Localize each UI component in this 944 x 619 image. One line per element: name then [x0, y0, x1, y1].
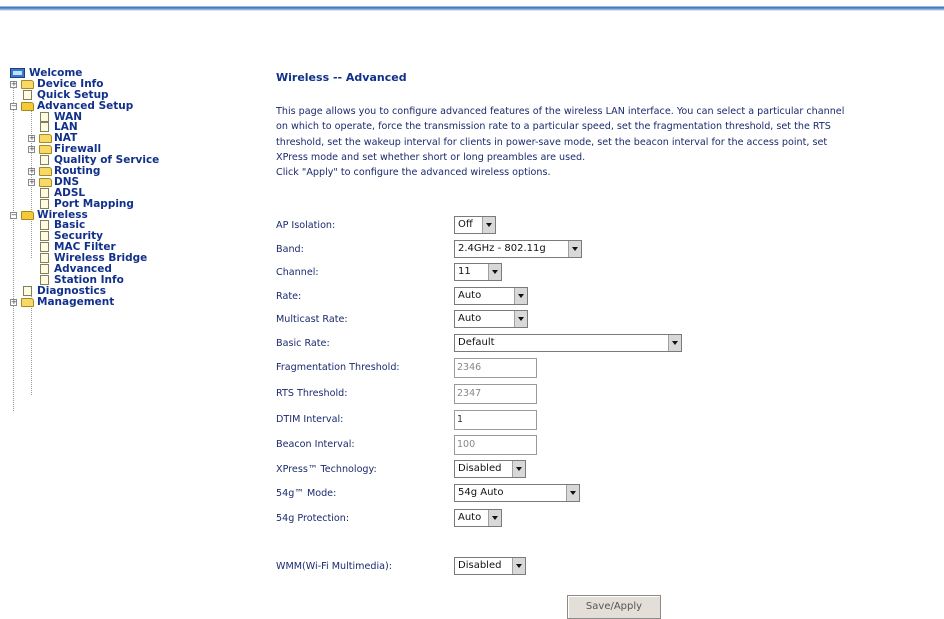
row-basic-rate: Basic Rate: Default	[276, 334, 944, 356]
page-icon	[40, 220, 49, 231]
page-icon	[40, 274, 49, 285]
chevron-down-icon[interactable]	[514, 288, 527, 304]
folder-icon	[39, 167, 52, 177]
basic-rate-select[interactable]: Default	[454, 334, 682, 352]
row-fragmentation-threshold: Fragmentation Threshold: 2346	[276, 358, 944, 380]
page-icon	[40, 264, 49, 275]
top-header-bar	[0, 0, 944, 11]
fragmentation-threshold-input[interactable]: 2346	[454, 358, 537, 378]
nav-wan[interactable]: WAN	[10, 111, 210, 123]
beacon-interval-input[interactable]: 100	[454, 435, 537, 455]
page-title: Wireless -- Advanced	[276, 71, 407, 84]
expand-plus-icon[interactable]: +	[28, 168, 35, 176]
folder-icon	[21, 79, 34, 89]
expand-plus-icon[interactable]: +	[28, 135, 35, 143]
row-54g-protection: 54g Protection: Auto	[276, 509, 944, 531]
page-icon	[40, 198, 49, 209]
page-icon	[40, 253, 49, 264]
xpress-technology-select[interactable]: Disabled	[454, 460, 526, 478]
collapse-minus-icon[interactable]: −	[10, 211, 17, 219]
protection-54g-select[interactable]: Auto	[454, 509, 502, 527]
row-band: Band: 2.4GHz - 802.11g	[276, 240, 944, 262]
multicast-rate-select[interactable]: Auto	[454, 310, 528, 328]
collapse-minus-icon[interactable]: −	[10, 102, 17, 110]
row-channel: Channel: 11	[276, 263, 944, 285]
dtim-interval-input[interactable]: 1	[454, 410, 537, 430]
expand-plus-icon[interactable]: +	[10, 80, 17, 88]
expand-plus-icon[interactable]: +	[28, 146, 35, 154]
wmm-select[interactable]: Disabled	[454, 557, 526, 575]
chevron-down-icon[interactable]	[488, 510, 501, 526]
save-apply-button[interactable]: Save/Apply	[567, 595, 661, 619]
navigation-tree: Welcome + Device Info Quick Setup − Adva…	[10, 68, 210, 411]
folder-icon	[39, 134, 52, 144]
mode-54g-select[interactable]: 54g Auto	[454, 484, 580, 502]
chevron-down-icon[interactable]	[512, 461, 525, 477]
nav-wireless[interactable]: − Wireless	[10, 209, 210, 221]
chevron-down-icon[interactable]	[488, 264, 501, 280]
nav-quality-of-service[interactable]: Quality of Service	[10, 155, 210, 166]
chevron-down-icon[interactable]	[568, 241, 581, 257]
row-beacon-interval: Beacon Interval: 100	[276, 435, 944, 457]
page-icon	[40, 122, 49, 133]
channel-select[interactable]: 11	[454, 263, 502, 281]
page-icon	[23, 89, 32, 100]
folder-icon	[21, 297, 34, 307]
row-dtim-interval: DTIM Interval: 1	[276, 410, 944, 432]
page-icon	[40, 231, 49, 242]
chevron-down-icon[interactable]	[514, 311, 527, 327]
rts-threshold-input[interactable]: 2347	[454, 384, 537, 404]
nav-port-mapping[interactable]: Port Mapping	[10, 198, 210, 210]
nav-lan[interactable]: LAN	[10, 122, 210, 133]
row-multicast-rate: Multicast Rate: Auto	[276, 310, 944, 332]
chevron-down-icon[interactable]	[566, 485, 579, 501]
chevron-down-icon[interactable]	[668, 335, 681, 351]
nav-nat[interactable]: + NAT	[10, 133, 210, 144]
expand-plus-icon[interactable]: +	[28, 178, 35, 186]
chevron-down-icon[interactable]	[512, 558, 525, 574]
page-icon	[40, 242, 49, 253]
folder-open-icon	[21, 101, 34, 111]
folder-open-icon	[21, 210, 34, 220]
page-icon	[40, 187, 49, 198]
nav-management[interactable]: + Management	[10, 296, 210, 308]
folder-icon	[39, 145, 52, 155]
row-rts-threshold: RTS Threshold: 2347	[276, 384, 944, 406]
nav-dns[interactable]: + DNS	[10, 177, 210, 188]
band-select[interactable]: 2.4GHz - 802.11g	[454, 240, 582, 258]
row-ap-isolation: AP Isolation: Off	[276, 216, 944, 238]
row-rate: Rate: Auto	[276, 287, 944, 309]
page-icon	[40, 111, 49, 122]
nav-routing[interactable]: + Routing	[10, 166, 210, 177]
row-54g-mode: 54g™ Mode: 54g Auto	[276, 484, 944, 506]
nav-basic[interactable]: Basic	[10, 220, 210, 231]
page-description: This page allows you to configure advanc…	[276, 106, 845, 179]
folder-icon	[39, 177, 52, 187]
ap-isolation-select[interactable]: Off	[454, 216, 496, 234]
page-icon	[23, 285, 32, 296]
page-icon	[40, 155, 49, 166]
expand-plus-icon[interactable]: +	[10, 298, 17, 306]
row-wmm: WMM(Wi-Fi Multimedia): Disabled	[276, 557, 944, 579]
nav-advanced-setup[interactable]: − Advanced Setup	[10, 100, 210, 112]
computer-icon	[10, 68, 25, 78]
chevron-down-icon[interactable]	[482, 217, 495, 233]
row-xpress-technology: XPress™ Technology: Disabled	[276, 460, 944, 482]
rate-select[interactable]: Auto	[454, 287, 528, 305]
